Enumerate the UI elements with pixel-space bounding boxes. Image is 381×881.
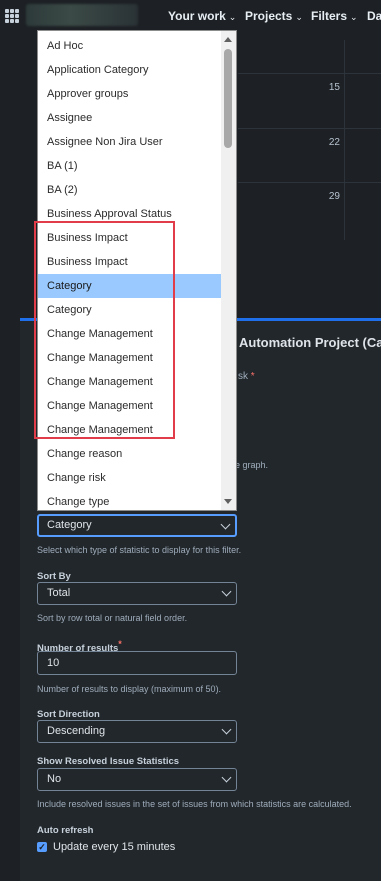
sort-direction-select[interactable]: Descending	[37, 720, 237, 743]
dropdown-scrollbar[interactable]	[221, 31, 236, 510]
calendar-week-row: 22	[238, 128, 381, 183]
show-resolved-label: Show Resolved Issue Statistics	[37, 756, 180, 767]
scrollbar-thumb[interactable]	[224, 49, 232, 148]
nav-dashboards[interactable]: Da	[367, 9, 381, 23]
number-of-results-help: Number of results to display (maximum of…	[37, 684, 222, 694]
app-switcher-grid-icon[interactable]	[5, 9, 19, 23]
field-label-fragment: sk *	[238, 371, 255, 382]
calendar-week-row: 29	[238, 182, 381, 237]
gadget-title: Automation Project (Cate	[239, 335, 381, 350]
auto-refresh-checkbox-label[interactable]: Update every 15 minutes	[53, 841, 175, 853]
nav-your-work-label: Your work	[168, 9, 226, 23]
nav-projects-label: Projects	[245, 9, 293, 23]
field-label-fragment-text: sk	[238, 371, 248, 382]
statistic-type-value: Category	[47, 519, 92, 531]
dropdown-option[interactable]: Change type	[38, 490, 222, 510]
sort-by-label: Sort By	[37, 571, 71, 582]
top-navigation: Your work ⌄ Projects ⌄ Filters ⌄ Da	[0, 0, 381, 32]
sort-by-select[interactable]: Total	[37, 582, 237, 605]
nav-filters[interactable]: Filters ⌄	[311, 9, 358, 23]
nav-projects[interactable]: Projects ⌄	[245, 9, 303, 23]
sort-by-help: Sort by row total or natural field order…	[37, 613, 188, 623]
calendar-week-row: 15	[238, 73, 381, 128]
chevron-down-icon	[221, 724, 232, 735]
show-resolved-select[interactable]: No	[37, 768, 237, 791]
site-logo[interactable]	[26, 4, 138, 26]
chevron-down-icon: ⌄	[228, 12, 237, 22]
sort-direction-value: Descending	[47, 725, 106, 737]
chevron-down-icon: ⌄	[350, 12, 358, 22]
calendar-gadget: 15 22 29	[238, 40, 381, 240]
nav-dashboards-label: Da	[367, 9, 381, 23]
dropdown-option[interactable]: Assignee	[38, 106, 222, 130]
calendar-day[interactable]: 29	[329, 191, 340, 202]
highlight-annotation-box	[34, 221, 175, 439]
dropdown-option[interactable]: BA (2)	[38, 178, 222, 202]
dropdown-option[interactable]: Change reason	[38, 442, 222, 466]
required-marker: *	[250, 371, 255, 382]
dropdown-option[interactable]: BA (1)	[38, 154, 222, 178]
dropdown-option[interactable]: Ad Hoc	[38, 34, 222, 58]
show-resolved-help: Include resolved issues in the set of is…	[37, 799, 352, 809]
chevron-down-icon	[221, 772, 232, 783]
dropdown-option[interactable]: Assignee Non Jira User	[38, 130, 222, 154]
help-text-fragment: e graph.	[235, 460, 269, 470]
scroll-down-arrow-icon[interactable]	[224, 499, 232, 504]
calendar-day[interactable]: 15	[329, 82, 340, 93]
chevron-down-icon	[220, 519, 231, 530]
show-resolved-value: No	[47, 773, 62, 785]
auto-refresh-row: ✓ Update every 15 minutes	[37, 841, 175, 853]
nav-filters-label: Filters	[311, 9, 348, 23]
dropdown-option[interactable]: Change risk	[38, 466, 222, 490]
statistic-type-select[interactable]: Category	[37, 514, 237, 537]
calendar-day[interactable]: 22	[329, 137, 340, 148]
dropdown-option[interactable]: Approver groups	[38, 82, 222, 106]
auto-refresh-checkbox[interactable]: ✓	[37, 842, 47, 852]
sort-direction-label: Sort Direction	[37, 709, 100, 720]
chevron-down-icon	[221, 586, 232, 597]
nav-your-work[interactable]: Your work ⌄	[168, 9, 236, 23]
number-of-results-input[interactable]: 10	[37, 651, 237, 675]
statistic-type-help: Select which type of statistic to displa…	[37, 545, 242, 555]
chevron-down-icon: ⌄	[295, 12, 303, 22]
sort-by-value: Total	[47, 587, 71, 599]
scroll-up-arrow-icon[interactable]	[224, 37, 232, 42]
dropdown-option[interactable]: Application Category	[38, 58, 222, 82]
required-marker: *	[118, 639, 122, 649]
auto-refresh-label: Auto refresh	[37, 825, 94, 836]
